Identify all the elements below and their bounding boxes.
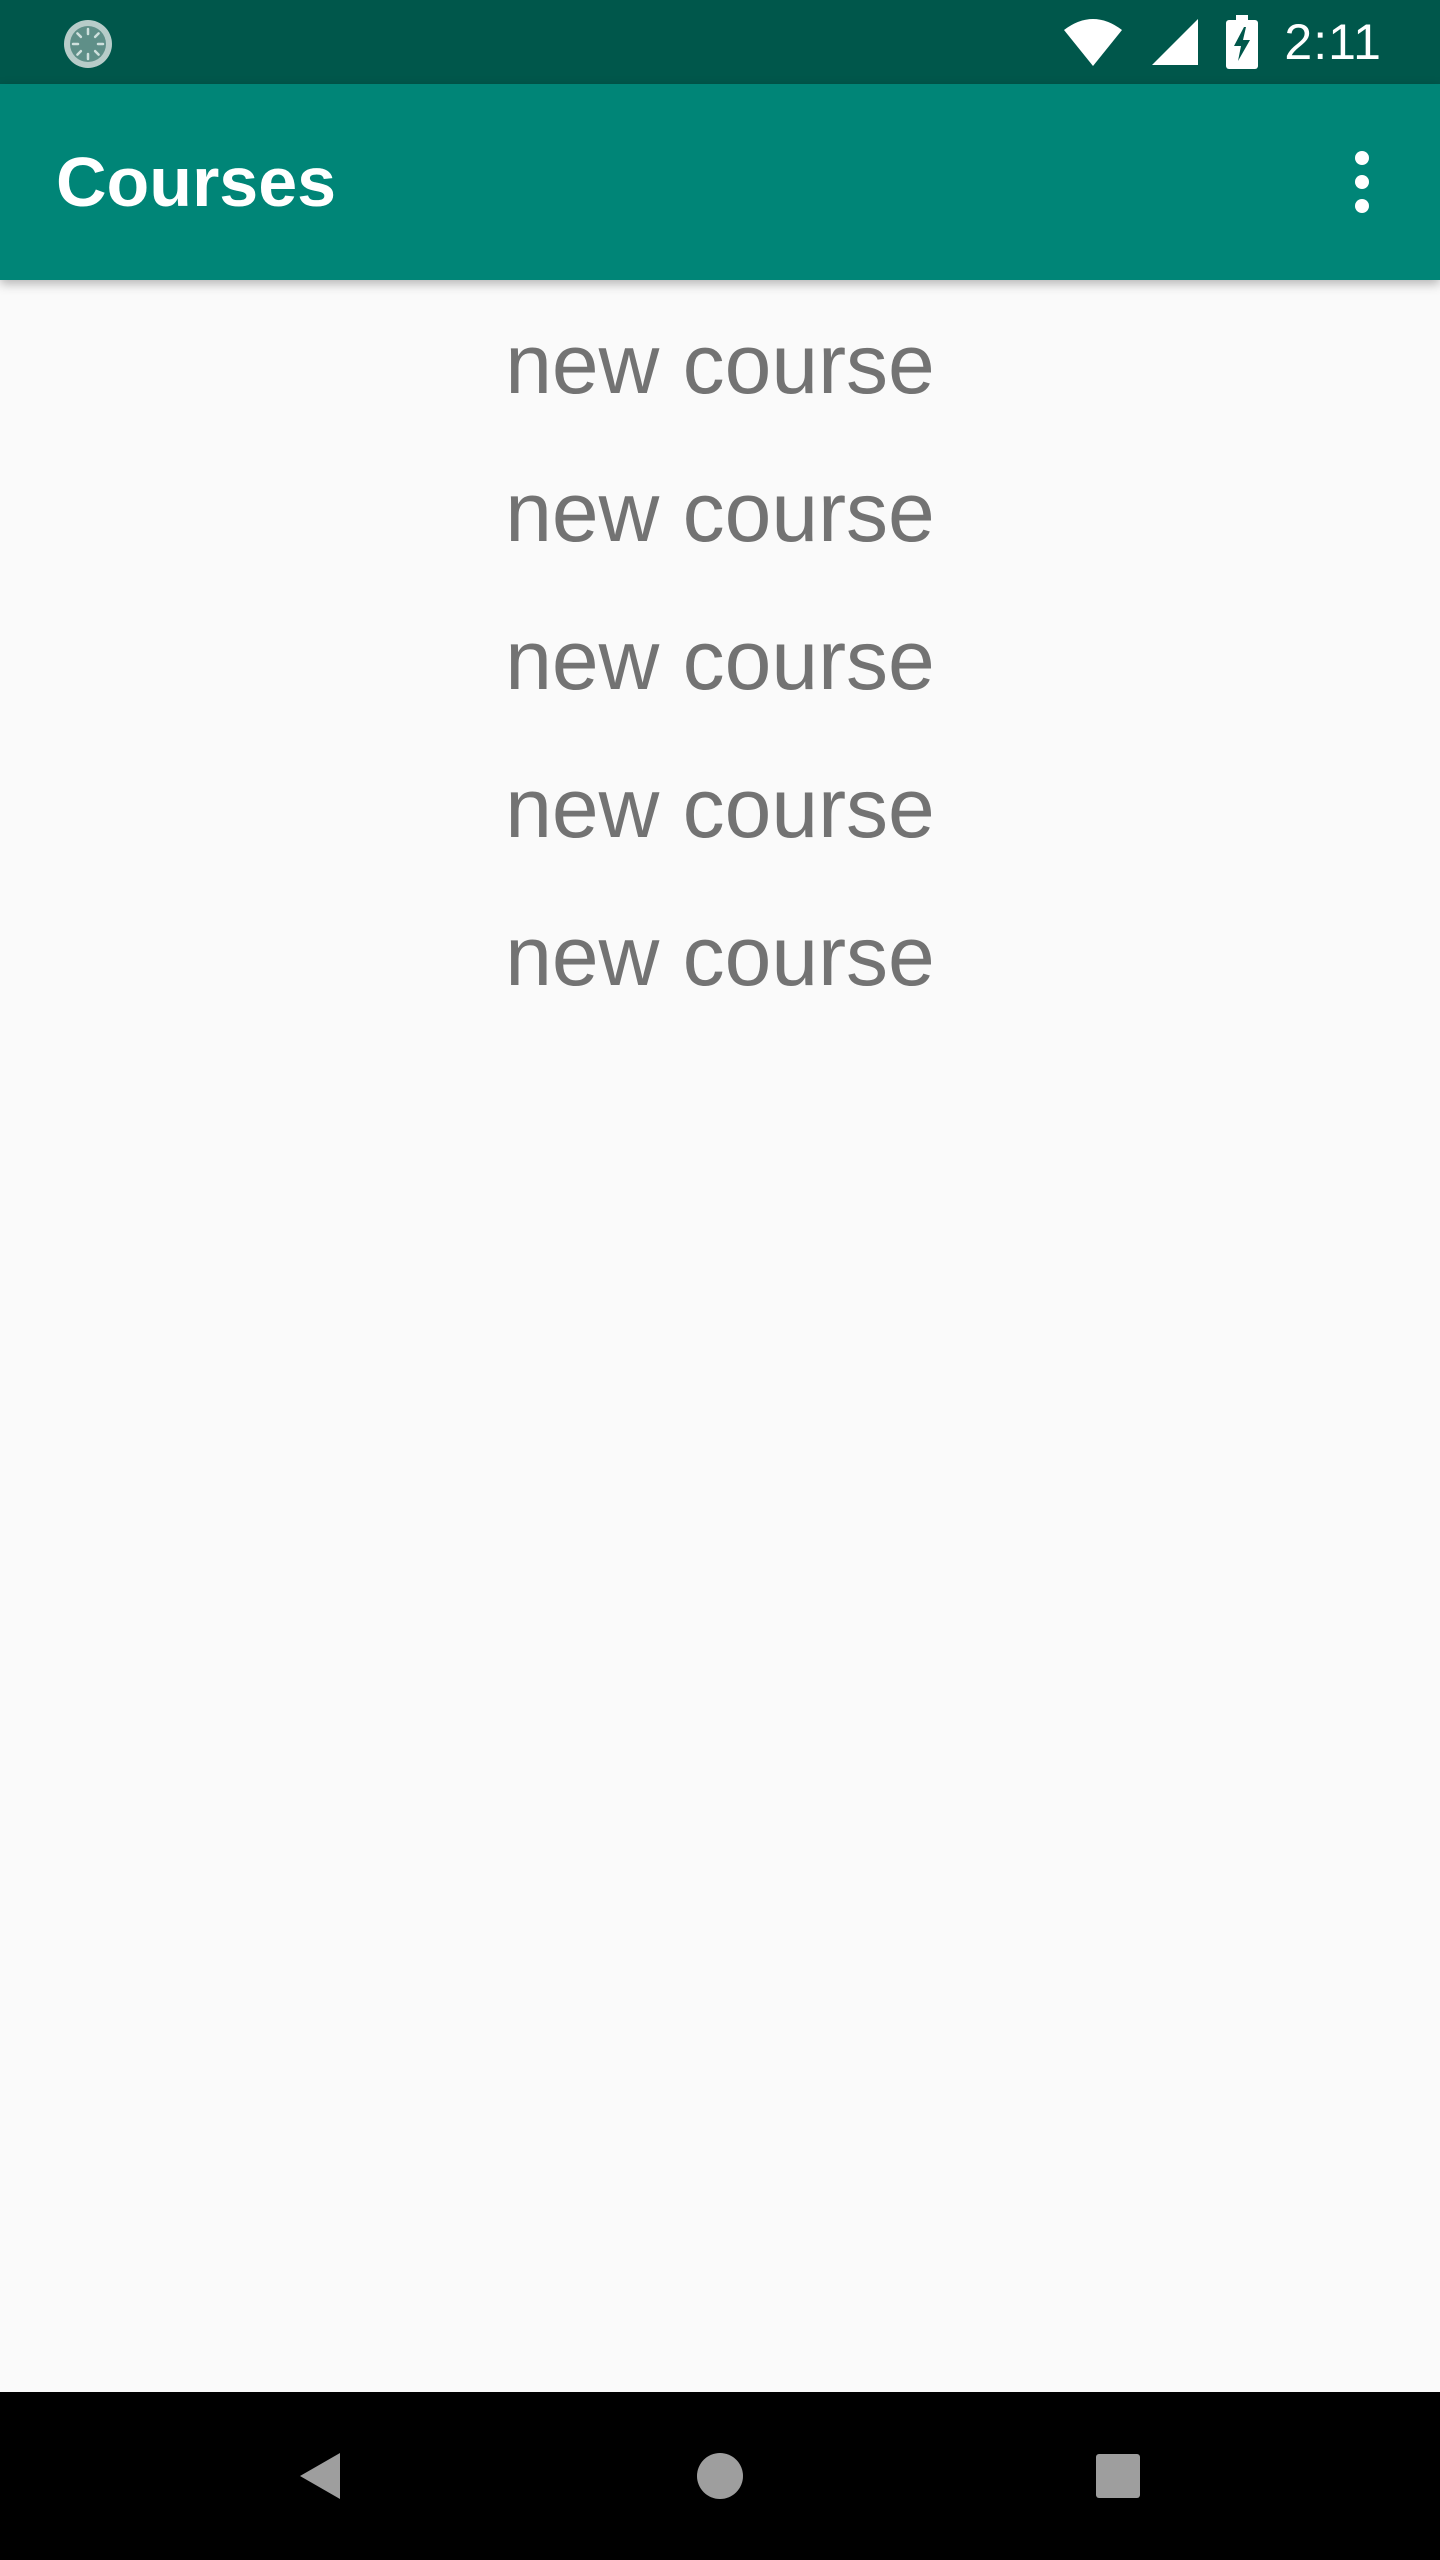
home-button[interactable]	[670, 2426, 770, 2526]
status-time: 2:11	[1284, 14, 1382, 70]
more-vert-icon-dot	[1355, 175, 1369, 189]
list-item[interactable]: new course	[0, 290, 1440, 438]
back-button[interactable]	[270, 2426, 370, 2526]
list-item[interactable]: new course	[0, 586, 1440, 734]
sync-icon	[64, 20, 112, 68]
home-icon	[697, 2453, 743, 2499]
list-item[interactable]: new course	[0, 734, 1440, 882]
wifi-icon	[1064, 19, 1123, 66]
page-title: Courses	[56, 143, 337, 221]
back-icon	[300, 2453, 340, 2499]
more-vert-icon-dot	[1355, 199, 1369, 213]
app-bar: Courses	[0, 84, 1440, 280]
navigation-bar	[0, 2392, 1440, 2560]
battery-charging-icon	[1226, 15, 1259, 69]
status-icons: 2:11	[1062, 0, 1382, 84]
more-options-button[interactable]	[1322, 142, 1402, 222]
recents-button[interactable]	[1068, 2426, 1168, 2526]
status-bar: 2:11	[0, 0, 1440, 84]
recents-icon	[1096, 2454, 1140, 2498]
more-vert-icon	[1355, 151, 1369, 165]
course-list: new course new course new course new cou…	[0, 290, 1440, 1030]
list-item[interactable]: new course	[0, 882, 1440, 1030]
cellular-signal-icon	[1152, 19, 1199, 65]
list-item[interactable]: new course	[0, 438, 1440, 586]
